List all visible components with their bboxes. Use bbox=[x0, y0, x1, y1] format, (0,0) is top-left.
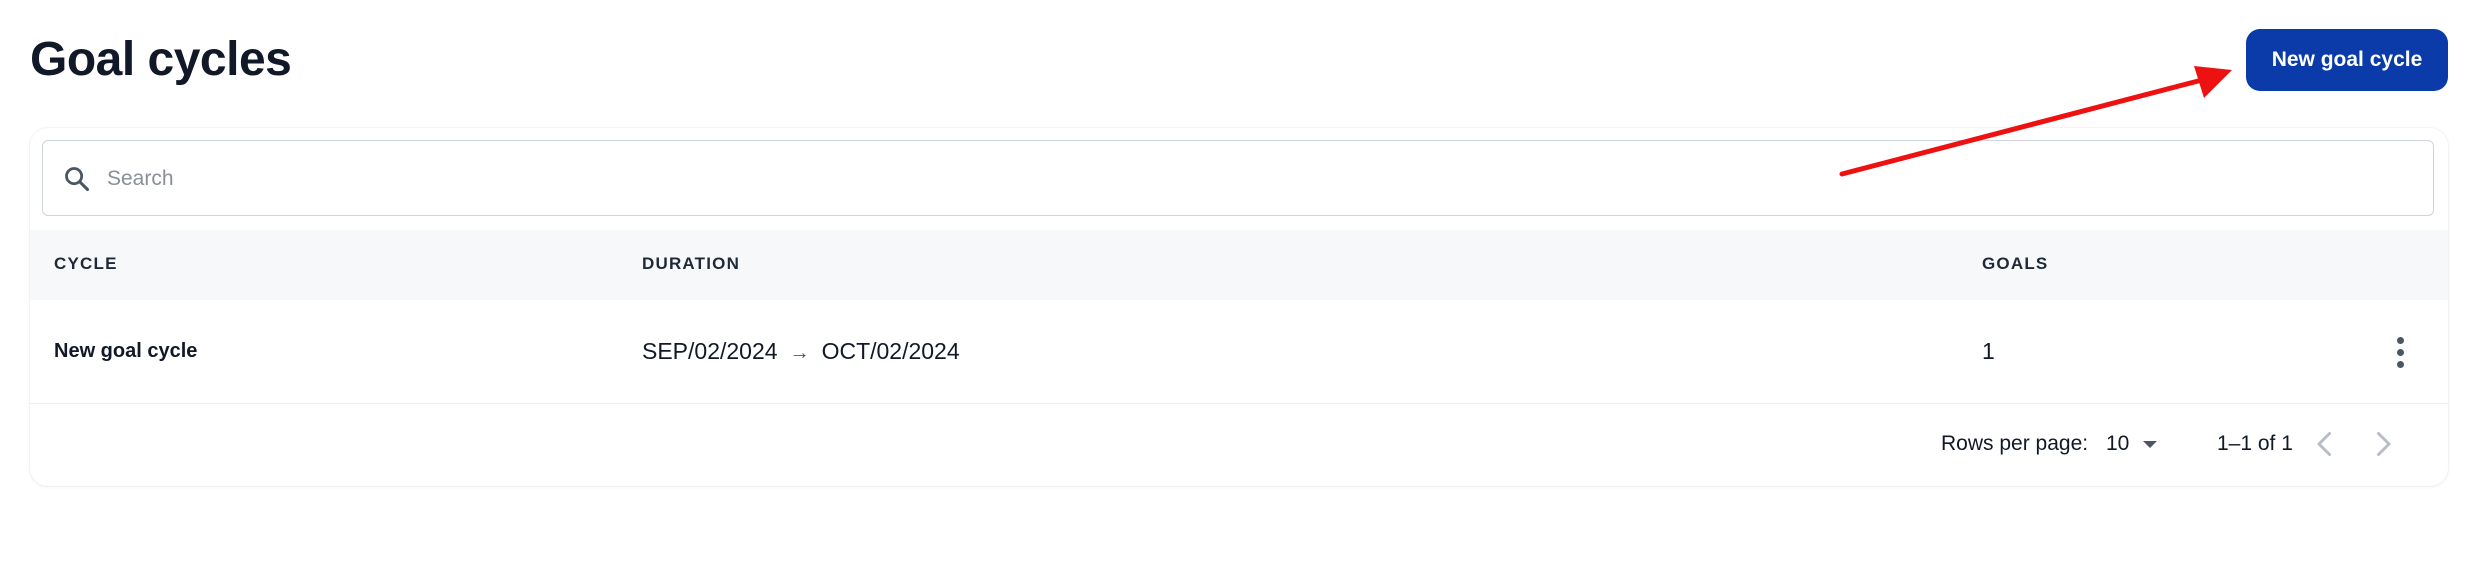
goals-count: 1 bbox=[1982, 338, 1995, 364]
caret-down-icon bbox=[2143, 440, 2158, 448]
search-icon bbox=[65, 167, 90, 192]
table-pagination: Rows per page: 10 1–1 of 1 bbox=[30, 404, 2448, 486]
page-title: Goal cycles bbox=[30, 33, 292, 86]
column-header-duration: DURATION bbox=[642, 254, 741, 273]
table-row[interactable]: New goal cycle SEP/02/2024 → OCT/02/2024 1 bbox=[30, 300, 2448, 404]
rows-per-page-value: 10 bbox=[2106, 432, 2130, 455]
table-header: CYCLE DURATION GOALS bbox=[30, 230, 2448, 300]
goal-cycles-card: CYCLE DURATION GOALS New goal cycle SEP/… bbox=[30, 128, 2448, 486]
search-field[interactable] bbox=[42, 140, 2434, 216]
chevron-right-icon[interactable] bbox=[2365, 426, 2401, 462]
column-header-cycle: CYCLE bbox=[54, 254, 118, 273]
duration-start: SEP/02/2024 bbox=[642, 338, 778, 364]
pagination-range: 1–1 of 1 bbox=[2217, 432, 2293, 455]
search-input[interactable] bbox=[105, 155, 2409, 203]
more-vert-icon[interactable] bbox=[2380, 330, 2420, 374]
cycle-name[interactable]: New goal cycle bbox=[54, 340, 197, 363]
column-header-goals: GOALS bbox=[1982, 254, 2049, 273]
rows-per-page-select[interactable]: 10 bbox=[2106, 426, 2162, 462]
rows-per-page-label: Rows per page: bbox=[1941, 432, 2089, 455]
duration-end: OCT/02/2024 bbox=[821, 338, 960, 364]
cycle-duration: SEP/02/2024 → OCT/02/2024 bbox=[642, 338, 960, 365]
arrow-right-icon: → bbox=[789, 342, 810, 364]
new-goal-cycle-button[interactable]: New goal cycle bbox=[2246, 29, 2448, 91]
chevron-left-icon[interactable] bbox=[2307, 426, 2343, 462]
